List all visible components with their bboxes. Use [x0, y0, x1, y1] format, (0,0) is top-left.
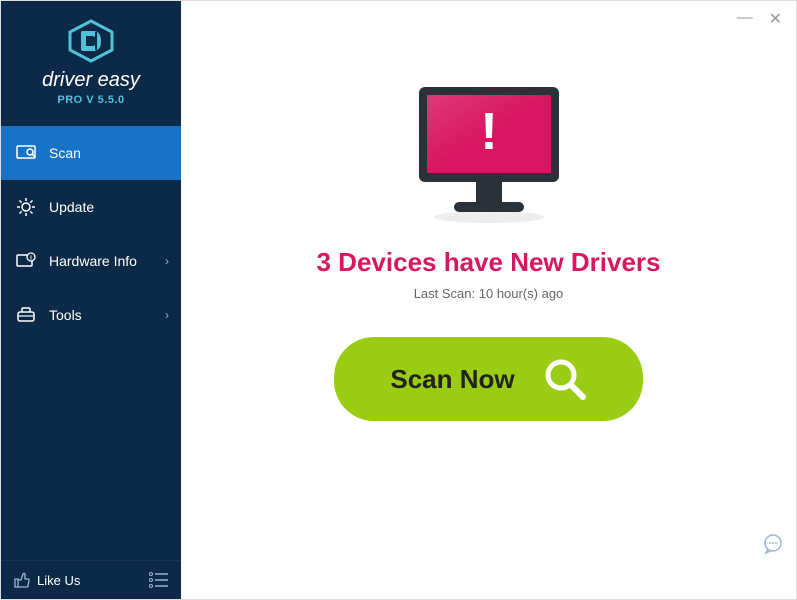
- svg-text:!: !: [480, 103, 497, 161]
- thumbs-up-icon: [13, 571, 31, 589]
- nav-tools-label: Tools: [49, 307, 82, 323]
- app-name: driver easy: [1, 69, 181, 92]
- close-button[interactable]: ✕: [769, 9, 782, 29]
- sidebar: driver easy PRO V 5.5.0 Scan Update i: [1, 1, 181, 599]
- scan-now-button[interactable]: Scan Now: [334, 337, 642, 421]
- feedback-icon[interactable]: [762, 533, 784, 555]
- bottom-bar: Like Us: [1, 560, 181, 599]
- minimize-button[interactable]: —: [737, 9, 753, 29]
- magnify-icon: [543, 357, 587, 401]
- chevron-right-icon: ›: [165, 308, 169, 322]
- nav-scan[interactable]: Scan: [1, 126, 181, 180]
- app-version: PRO V 5.5.0: [1, 94, 181, 106]
- scan-icon: [15, 142, 37, 164]
- logo-icon: [1, 19, 181, 63]
- alert-monitor-icon: !: [404, 77, 574, 227]
- nav-hardware-label: Hardware Info: [49, 253, 137, 269]
- nav-hardware[interactable]: i Hardware Info ›: [1, 234, 181, 288]
- nav-scan-label: Scan: [49, 145, 81, 161]
- gear-icon: [15, 196, 37, 218]
- hardware-info-icon: i: [15, 250, 37, 272]
- like-us-button[interactable]: Like Us: [13, 571, 80, 589]
- scan-now-label: Scan Now: [390, 364, 514, 395]
- toolbox-icon: [15, 304, 37, 326]
- window-controls: — ✕: [737, 9, 782, 29]
- last-scan-text: Last Scan: 10 hour(s) ago: [414, 286, 564, 301]
- chevron-right-icon: ›: [165, 254, 169, 268]
- nav-update-label: Update: [49, 199, 94, 215]
- like-us-label: Like Us: [37, 573, 80, 588]
- nav-tools[interactable]: Tools ›: [1, 288, 181, 342]
- main-content: ! 3 Devices have New Drivers Last Scan: …: [181, 1, 796, 599]
- menu-list-icon[interactable]: [149, 572, 169, 588]
- status-headline: 3 Devices have New Drivers: [317, 247, 661, 278]
- nav-update[interactable]: Update: [1, 180, 181, 234]
- logo-block: driver easy PRO V 5.5.0: [1, 1, 181, 118]
- app-window: — ✕ driver easy PRO V 5.5.0 Scan: [0, 0, 797, 600]
- nav: Scan Update i Hardware Info › Tools: [1, 126, 181, 342]
